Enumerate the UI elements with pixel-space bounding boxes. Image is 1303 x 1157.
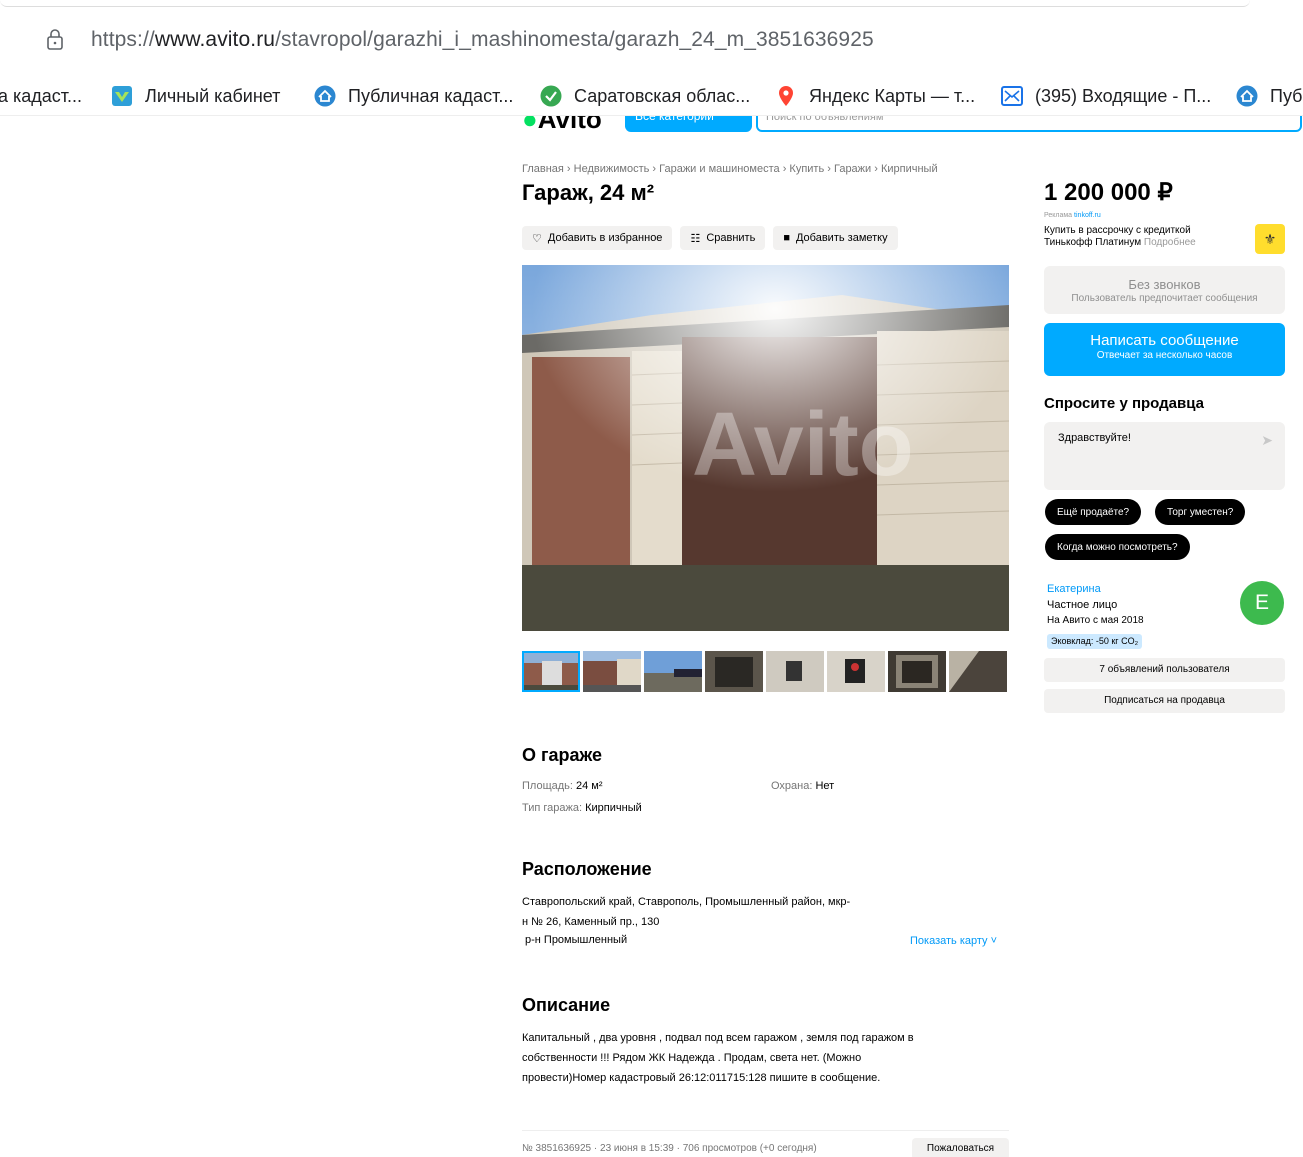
- bookmark-public-partial[interactable]: Пуб: [1236, 82, 1302, 110]
- avito-header: ●Avito Все категории Поиск по объявления…: [520, 116, 1303, 134]
- bookmark-lichny-kabinet[interactable]: Личный кабинет: [111, 82, 280, 110]
- photo-thumbnail[interactable]: [888, 651, 946, 692]
- price: 1 200 000 ₽: [1044, 179, 1173, 206]
- photo-thumbnail[interactable]: [705, 651, 763, 692]
- photo-thumbnail[interactable]: [644, 651, 702, 692]
- quick-question-chip[interactable]: Торг уместен?: [1155, 499, 1246, 525]
- show-map-link[interactable]: Показать карту ˅: [910, 935, 997, 947]
- main-photo[interactable]: Avito: [522, 265, 1009, 631]
- seller-name-link[interactable]: Екатерина: [1047, 583, 1101, 595]
- add-to-favorites-button[interactable]: ♡ Добавить в избранное: [522, 226, 673, 250]
- about-section-title: О гараже: [522, 745, 603, 765]
- breadcrumb-item[interactable]: Гаражи и машиноместа: [659, 163, 780, 175]
- seller-ads-button[interactable]: 7 объявлений пользователя: [1044, 658, 1285, 682]
- breadcrumb: Главная › Недвижимость › Гаражи и машино…: [522, 163, 938, 175]
- photo-thumbnail[interactable]: [949, 651, 1007, 692]
- house-icon: [314, 85, 336, 107]
- seller-since: На Авито с мая 2018: [1047, 615, 1144, 626]
- compare-icon: ☷: [690, 232, 701, 245]
- ad-text[interactable]: Купить в рассрочку с кредиткой Тинькофф …: [1044, 225, 1196, 249]
- district: р-н Промышленный: [525, 934, 628, 946]
- check-icon: [540, 85, 562, 107]
- send-icon[interactable]: ➤: [1261, 432, 1273, 449]
- bookmark-label: (395) Входящие - П...: [1035, 85, 1212, 106]
- photo-thumbnail[interactable]: [827, 651, 885, 692]
- breadcrumb-item[interactable]: Недвижимость: [574, 163, 650, 175]
- listing-actions: ♡ Добавить в избранное ☷ Сравнить ■ Добавит…: [522, 226, 898, 250]
- bookmark-yandex-maps[interactable]: Яндекс Карты — т...: [775, 82, 975, 110]
- quick-question-chip[interactable]: Ещё продаёте?: [1045, 499, 1142, 525]
- rosreestr-icon: [111, 85, 133, 107]
- bookmark-label: Пуб: [1270, 85, 1303, 106]
- search-input[interactable]: Поиск по объявлениям: [756, 116, 1302, 132]
- bookmark-label: Личный кабинет: [145, 85, 281, 106]
- area-property: Площадь: 24 м²: [522, 780, 603, 792]
- divider: [522, 1130, 1009, 1131]
- bookmarks-bar: а кадаст... Личный кабинет Публичная кад…: [0, 76, 1303, 116]
- bookmark-public-cadastre[interactable]: Публичная кадаст...: [314, 82, 513, 110]
- url-field[interactable]: https://www.avito.ru/stavropol/garazhi_i…: [91, 28, 874, 52]
- tab-strip-edge: [0, 0, 1250, 7]
- garage-type-property: Тип гаража: Кирпичный: [522, 802, 642, 814]
- photo-thumbnails: [522, 651, 1007, 692]
- location-section-title: Расположение: [522, 859, 652, 879]
- photo-thumbnail[interactable]: [766, 651, 824, 692]
- seller-type: Частное лицо: [1047, 599, 1118, 611]
- no-calls-button[interactable]: Без звонков Пользователь предпочитает со…: [1044, 266, 1285, 314]
- breadcrumb-item[interactable]: Главная: [522, 163, 564, 175]
- avatar[interactable]: Е: [1240, 581, 1284, 625]
- mail-icon: [1001, 85, 1023, 107]
- listing-meta: № 3851636925 · 23 июня в 15:39 · 706 про…: [522, 1143, 817, 1154]
- note-icon: ■: [783, 232, 790, 244]
- ask-seller-input[interactable]: Здравствуйте! ➤: [1044, 422, 1285, 490]
- breadcrumb-item[interactable]: Гаражи: [834, 163, 871, 175]
- bookmark-label: а кадаст...: [0, 85, 83, 106]
- bookmark-cadastre-partial[interactable]: а кадаст...: [0, 82, 82, 110]
- bank-logo-icon[interactable]: ⚜: [1255, 224, 1285, 254]
- ad-link[interactable]: tinkoff.ru: [1074, 212, 1101, 219]
- compare-button[interactable]: ☷ Сравнить: [680, 226, 766, 250]
- photo-thumbnail[interactable]: [583, 651, 641, 692]
- add-note-button[interactable]: ■ Добавить заметку: [773, 226, 898, 250]
- house-icon: [1236, 85, 1258, 107]
- bookmark-label: Яндекс Карты — т...: [809, 85, 976, 106]
- ad-label: Реклама tinkoff.ru: [1044, 212, 1101, 219]
- subscribe-seller-button[interactable]: Подписаться на продавца: [1044, 689, 1285, 713]
- breadcrumb-item[interactable]: Кирпичный: [881, 163, 938, 175]
- breadcrumb-item[interactable]: Купить: [789, 163, 824, 175]
- address: Ставропольский край, Ставрополь, Промышл…: [522, 896, 851, 928]
- watermark-text: Avito: [692, 395, 914, 495]
- page-title: Гараж, 24 м²: [522, 180, 655, 205]
- avito-logo[interactable]: ●Avito: [522, 116, 602, 134]
- write-message-button[interactable]: Написать сообщение Отвечает за несколько…: [1044, 323, 1285, 376]
- report-button[interactable]: Пожаловаться: [912, 1138, 1009, 1157]
- bookmark-saratov[interactable]: Саратовская облас...: [540, 82, 750, 110]
- photo-thumbnail[interactable]: [522, 651, 580, 692]
- description-section-title: Описание: [522, 995, 611, 1015]
- bookmark-inbox[interactable]: (395) Входящие - П...: [1001, 82, 1211, 110]
- all-categories-button[interactable]: Все категории: [625, 116, 752, 132]
- map-pin-icon: [775, 85, 797, 107]
- browser-address-bar: https://www.avito.ru/stavropol/garazhi_i…: [0, 0, 1303, 76]
- heart-icon: ♡: [532, 232, 542, 245]
- quick-question-chip[interactable]: Когда можно посмотреть?: [1045, 534, 1190, 560]
- eco-badge: Эковклад: -50 кг CO₂: [1047, 634, 1143, 649]
- bookmark-label: Публичная кадаст...: [348, 85, 514, 106]
- bookmark-label: Саратовская облас...: [574, 85, 751, 106]
- ask-seller-title: Спросите у продавца: [1044, 395, 1204, 412]
- ad-more-link[interactable]: Подробнее: [1144, 237, 1196, 248]
- lock-icon[interactable]: [46, 28, 64, 50]
- description-text: Капитальный , два уровня , подвал под вс…: [522, 1032, 914, 1084]
- guard-property: Охрана: Нет: [771, 780, 835, 792]
